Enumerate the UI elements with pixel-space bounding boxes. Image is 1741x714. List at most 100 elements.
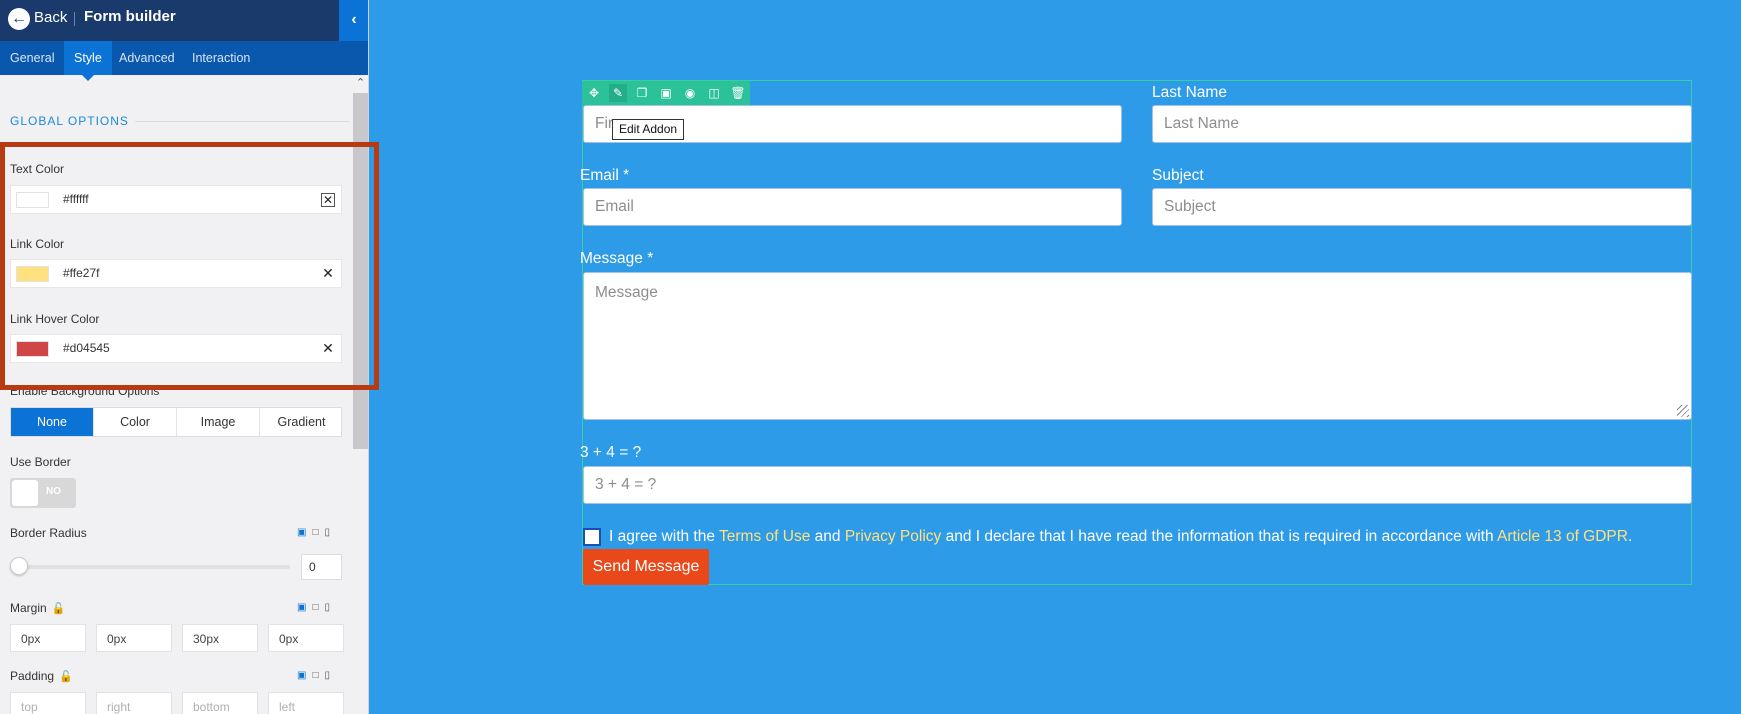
desktop-icon[interactable]: ▣ <box>297 670 306 681</box>
edit-addon-tooltip: Edit Addon <box>612 119 685 140</box>
panel-topbar: ← Back Form builder ‹ <box>0 0 368 41</box>
margin-left-input[interactable]: 0px <box>268 624 344 652</box>
border-radius-slider-track[interactable] <box>18 565 290 569</box>
edit-pencil-icon[interactable]: ✎ <box>609 84 627 102</box>
clear-color-icon[interactable]: ✕ <box>321 265 335 281</box>
text-color-value[interactable]: #ffffff <box>63 192 89 206</box>
tab-interaction[interactable]: Interaction <box>182 41 260 75</box>
bg-option-none[interactable]: None <box>11 408 94 436</box>
panel-tabs: General Style Advanced Interaction <box>0 41 368 81</box>
agree-text-4: . <box>1627 528 1633 545</box>
mobile-icon[interactable]: ▯ <box>325 602 331 613</box>
margin-bottom-input[interactable]: 30px <box>182 624 258 652</box>
message-placeholder: Message <box>595 284 658 301</box>
tablet-icon[interactable]: □ <box>312 527 318 538</box>
subject-label: Subject <box>1152 167 1204 184</box>
resize-handle[interactable] <box>1677 405 1689 417</box>
back-button[interactable]: Back <box>34 9 67 26</box>
send-message-button[interactable]: Send Message <box>583 549 709 585</box>
toggle-state: NO <box>46 486 61 497</box>
mobile-icon[interactable]: ▯ <box>325 527 331 538</box>
link-color-value[interactable]: #ffe27f <box>63 266 99 280</box>
privacy-policy-link[interactable]: Privacy Policy <box>845 528 941 545</box>
padding-label-text: Padding <box>10 669 55 683</box>
bg-option-color[interactable]: Color <box>94 408 177 436</box>
agree-text-3: and I declare that I have read the infor… <box>941 528 1498 545</box>
unlock-icon[interactable]: 🔓 <box>52 602 66 615</box>
captcha-input[interactable]: 3 + 4 = ? <box>583 466 1692 504</box>
tab-advanced[interactable]: Advanced <box>109 41 185 75</box>
mobile-icon[interactable]: ▯ <box>325 670 331 681</box>
tab-general[interactable]: General <box>0 41 64 75</box>
back-arrow-icon[interactable]: ← <box>8 8 30 30</box>
move-icon[interactable]: ✥ <box>585 84 603 102</box>
visibility-eye-icon[interactable]: ◉ <box>681 84 699 102</box>
margin-label: Margin 🔓 <box>10 601 65 615</box>
clear-color-icon[interactable]: ✕ <box>321 340 335 356</box>
chevron-left-icon: ‹ <box>351 11 357 28</box>
desktop-icon[interactable]: ▣ <box>297 602 306 613</box>
unlock-icon[interactable]: 🔓 <box>59 670 73 683</box>
email-input[interactable]: Email <box>583 188 1122 226</box>
save-icon[interactable]: ▣ <box>657 84 675 102</box>
padding-left-input[interactable]: left <box>268 692 344 714</box>
margin-label-text: Margin <box>10 601 47 615</box>
margin-right-input[interactable]: 0px <box>96 624 172 652</box>
subject-input[interactable]: Subject <box>1152 188 1692 226</box>
desktop-icon[interactable]: ▣ <box>297 527 306 538</box>
tablet-icon[interactable]: □ <box>312 602 318 613</box>
section-divider <box>135 121 350 122</box>
link-color-swatch[interactable] <box>16 266 49 282</box>
padding-top-input[interactable]: top <box>10 692 86 714</box>
bg-option-image[interactable]: Image <box>177 408 260 436</box>
panel-title: Form builder <box>84 8 176 25</box>
use-border-toggle[interactable]: NO <box>10 478 76 508</box>
tablet-icon[interactable]: □ <box>312 670 318 681</box>
toggle-knob[interactable] <box>12 480 38 506</box>
email-label: Email * <box>580 167 630 184</box>
border-radius-label: Border Radius <box>10 526 87 540</box>
padding-bottom-input[interactable]: bottom <box>182 692 258 714</box>
bg-options-label: Enable Background Options <box>10 384 160 398</box>
last-name-label: Last Name <box>1152 84 1227 101</box>
delete-trash-icon[interactable]: 🗑 <box>729 84 747 102</box>
message-label: Message * <box>580 250 654 267</box>
collapse-panel-button[interactable]: ‹ <box>339 0 368 41</box>
link-color-picker[interactable]: #ffe27f ✕ <box>10 259 342 288</box>
clear-color-icon[interactable]: ✕ <box>321 193 335 207</box>
device-switcher: ▣ □ ▯ <box>297 527 343 539</box>
text-color-picker[interactable]: #ffffff ✕ <box>10 185 342 214</box>
link-hover-color-swatch[interactable] <box>16 341 49 357</box>
link-color-label: Link Color <box>10 237 65 251</box>
terms-of-use-link[interactable]: Terms of Use <box>719 528 810 545</box>
border-radius-input[interactable]: 0 <box>301 554 342 580</box>
use-border-label: Use Border <box>10 455 71 469</box>
padding-right-input[interactable]: right <box>96 692 172 714</box>
gdpr-agreement-text: I agree with the Terms of Use and Privac… <box>609 528 1632 546</box>
scroll-thumb[interactable] <box>353 93 368 449</box>
panel-scrollbar[interactable]: ⌃ <box>352 75 368 714</box>
text-color-label: Text Color <box>10 162 65 176</box>
gdpr-checkbox[interactable] <box>583 528 601 546</box>
columns-icon[interactable]: ◫ <box>705 84 723 102</box>
link-hover-color-picker[interactable]: #d04545 ✕ <box>10 334 342 363</box>
captcha-label: 3 + 4 = ? <box>580 444 642 461</box>
tab-style[interactable]: Style <box>64 41 112 81</box>
settings-panel: ← Back Form builder ‹ General Style Adva… <box>0 0 369 714</box>
gdpr-article-link[interactable]: Article 13 of GDPR <box>1497 528 1628 545</box>
addon-toolbar: ✥ ✎ ❐ ▣ ◉ ◫ 🗑 <box>582 81 750 105</box>
margin-top-input[interactable]: 0px <box>10 624 86 652</box>
last-name-input[interactable]: Last Name <box>1152 105 1692 143</box>
device-switcher: ▣ □ ▯ <box>297 602 343 614</box>
agree-text-2: and <box>810 528 845 545</box>
duplicate-icon[interactable]: ❐ <box>633 84 651 102</box>
scroll-up-arrow-icon[interactable]: ⌃ <box>352 75 368 92</box>
message-textarea[interactable]: Message <box>583 272 1692 420</box>
padding-label: Padding 🔓 <box>10 669 73 683</box>
topbar-divider <box>74 12 75 26</box>
text-color-swatch[interactable] <box>16 192 49 208</box>
bg-option-gradient[interactable]: Gradient <box>260 408 343 436</box>
border-radius-slider-handle[interactable] <box>10 557 28 575</box>
link-hover-color-value[interactable]: #d04545 <box>63 341 110 355</box>
agree-text-1: I agree with the <box>609 528 720 545</box>
